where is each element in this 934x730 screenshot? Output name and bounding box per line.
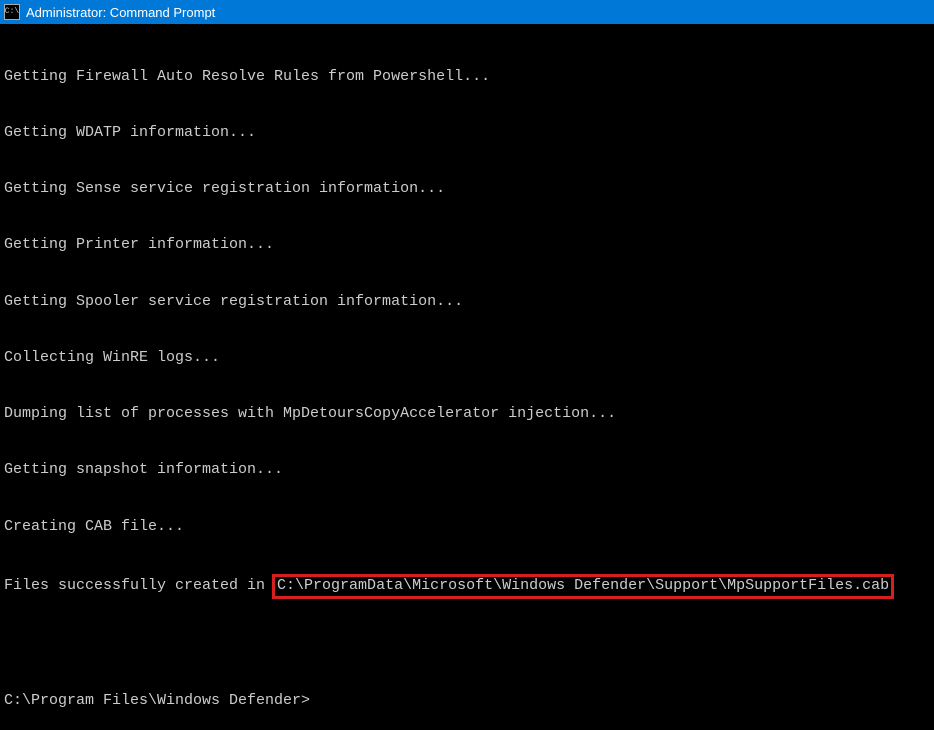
success-line: Files successfully created in C:\Program… bbox=[4, 574, 930, 599]
output-line: Creating CAB file... bbox=[4, 518, 930, 537]
output-line: Getting snapshot information... bbox=[4, 461, 930, 480]
success-prefix: Files successfully created in bbox=[4, 577, 274, 596]
terminal-output-area[interactable]: Getting Firewall Auto Resolve Rules from… bbox=[0, 24, 934, 538]
highlighted-file-path: C:\ProgramData\Microsoft\Windows Defende… bbox=[272, 574, 894, 599]
blank-line bbox=[4, 636, 930, 655]
window-title: Administrator: Command Prompt bbox=[26, 5, 215, 20]
prompt-text: C:\Program Files\Windows Defender> bbox=[4, 692, 310, 711]
output-line: Getting Sense service registration infor… bbox=[4, 180, 930, 199]
cmd-icon: C:\ bbox=[4, 4, 20, 20]
output-line: Getting Printer information... bbox=[4, 236, 930, 255]
output-line: Dumping list of processes with MpDetours… bbox=[4, 405, 930, 424]
cursor bbox=[311, 692, 320, 709]
output-line: Getting Firewall Auto Resolve Rules from… bbox=[4, 68, 930, 87]
output-line: Getting Spooler service registration inf… bbox=[4, 293, 930, 312]
cmd-icon-text: C:\ bbox=[5, 8, 19, 16]
window-titlebar[interactable]: C:\ Administrator: Command Prompt bbox=[0, 0, 934, 24]
output-line: Getting WDATP information... bbox=[4, 124, 930, 143]
output-line: Collecting WinRE logs... bbox=[4, 349, 930, 368]
command-prompt-line: C:\Program Files\Windows Defender> bbox=[4, 692, 930, 711]
